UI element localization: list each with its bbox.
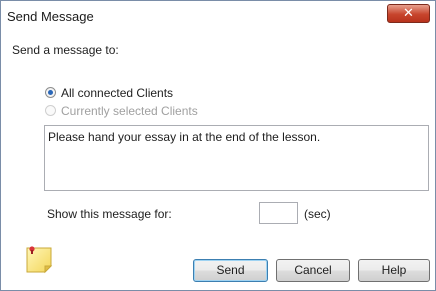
cancel-button[interactable]: Cancel xyxy=(276,259,350,282)
radio-currently-selected-clients xyxy=(45,105,56,116)
close-icon: ✕ xyxy=(403,5,414,20)
send-button[interactable]: Send xyxy=(193,259,268,282)
radio-all-connected-label[interactable]: All connected Clients xyxy=(61,86,173,100)
show-duration-label: Show this message for: xyxy=(47,207,172,221)
seconds-unit-label: (sec) xyxy=(304,207,331,221)
message-textarea[interactable]: Please hand your essay in at the end of … xyxy=(44,125,429,191)
close-button[interactable]: ✕ xyxy=(387,4,430,23)
send-message-dialog: Send Message ✕ Send a message to: All co… xyxy=(0,0,436,291)
window-title: Send Message xyxy=(7,9,94,24)
duration-seconds-input[interactable] xyxy=(259,202,298,224)
radio-all-connected-clients[interactable] xyxy=(45,87,56,98)
send-to-label: Send a message to: xyxy=(12,43,119,57)
radio-currently-selected-label: Currently selected Clients xyxy=(61,104,198,118)
title-bar: Send Message ✕ xyxy=(1,1,435,31)
sticky-note-icon xyxy=(26,246,53,274)
help-button[interactable]: Help xyxy=(358,259,430,282)
